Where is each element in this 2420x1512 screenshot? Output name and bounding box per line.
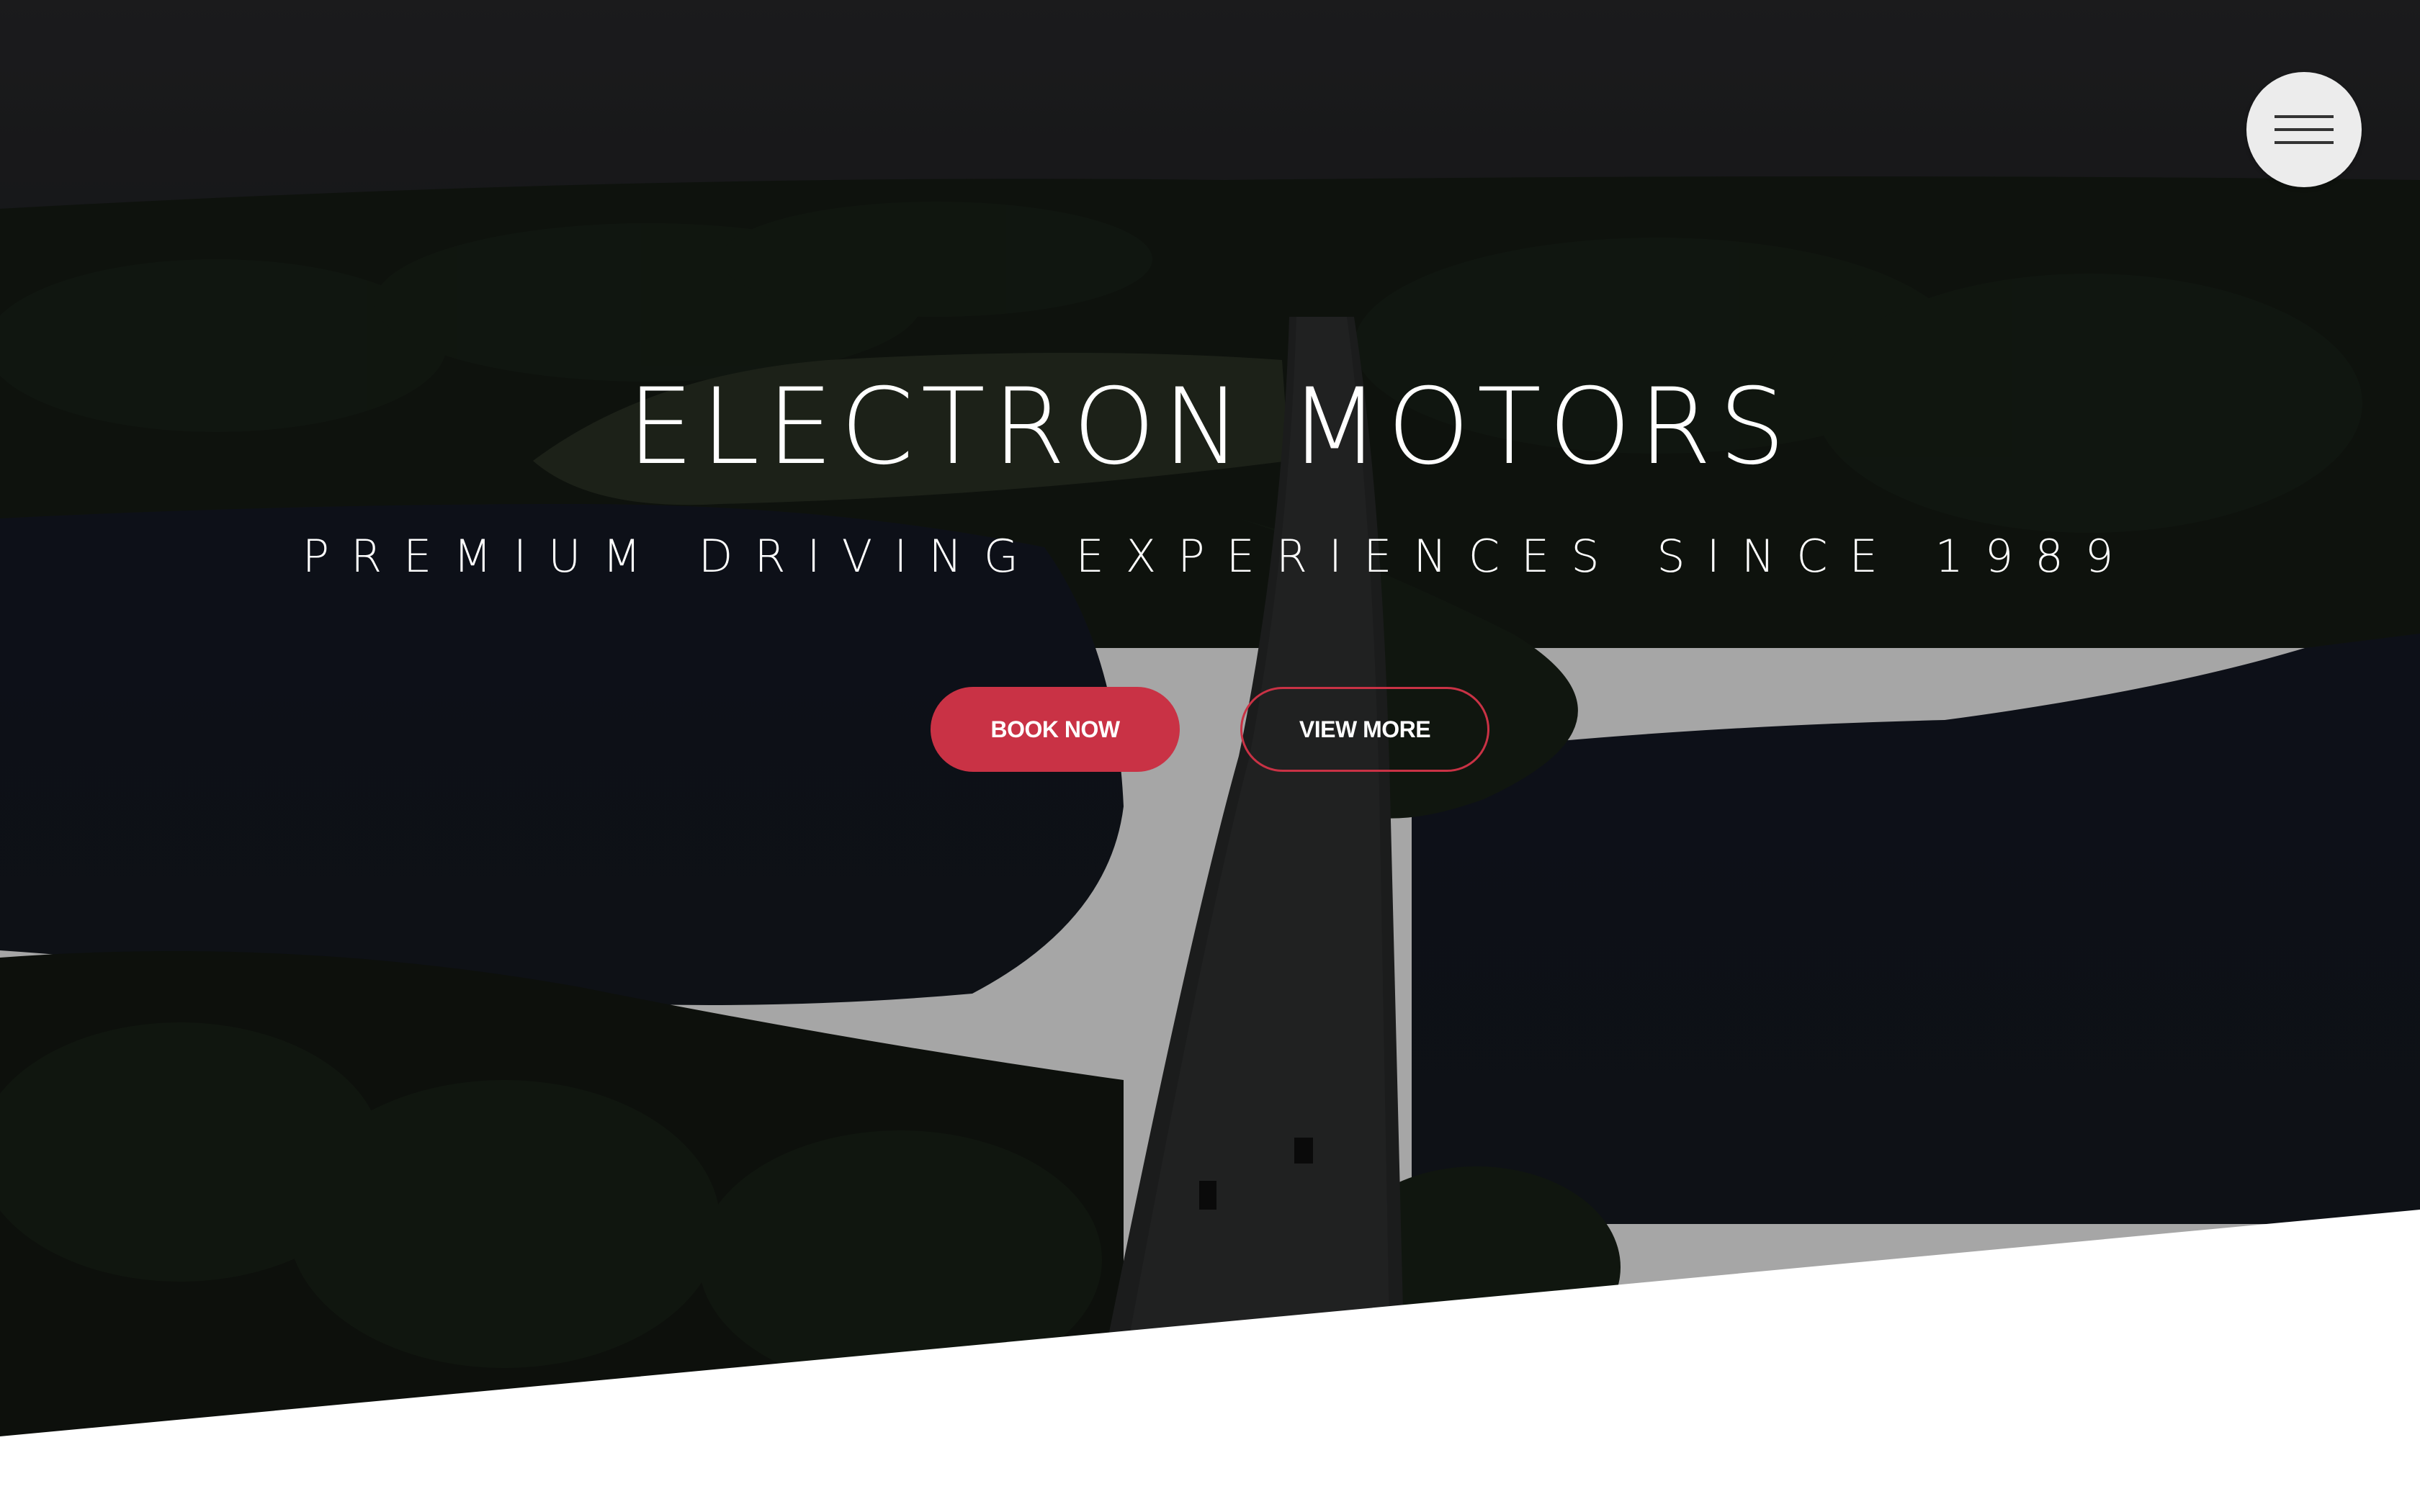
- hamburger-menu-icon: [2275, 110, 2334, 149]
- book-now-button[interactable]: BOOK NOW: [931, 687, 1180, 772]
- hero-subtitle: PREMIUM DRIVING EXPERIENCES SINCE 1989: [302, 530, 2136, 582]
- hero-title: ELECTRON MOTORS: [627, 366, 1793, 488]
- hero-section: ELECTRON MOTORS PREMIUM DRIVING EXPERIEN…: [0, 0, 2420, 1512]
- view-more-button[interactable]: VIEW MORE: [1240, 687, 1489, 772]
- hero-bottom-divider: [0, 1210, 2420, 1512]
- menu-button[interactable]: [2246, 72, 2362, 187]
